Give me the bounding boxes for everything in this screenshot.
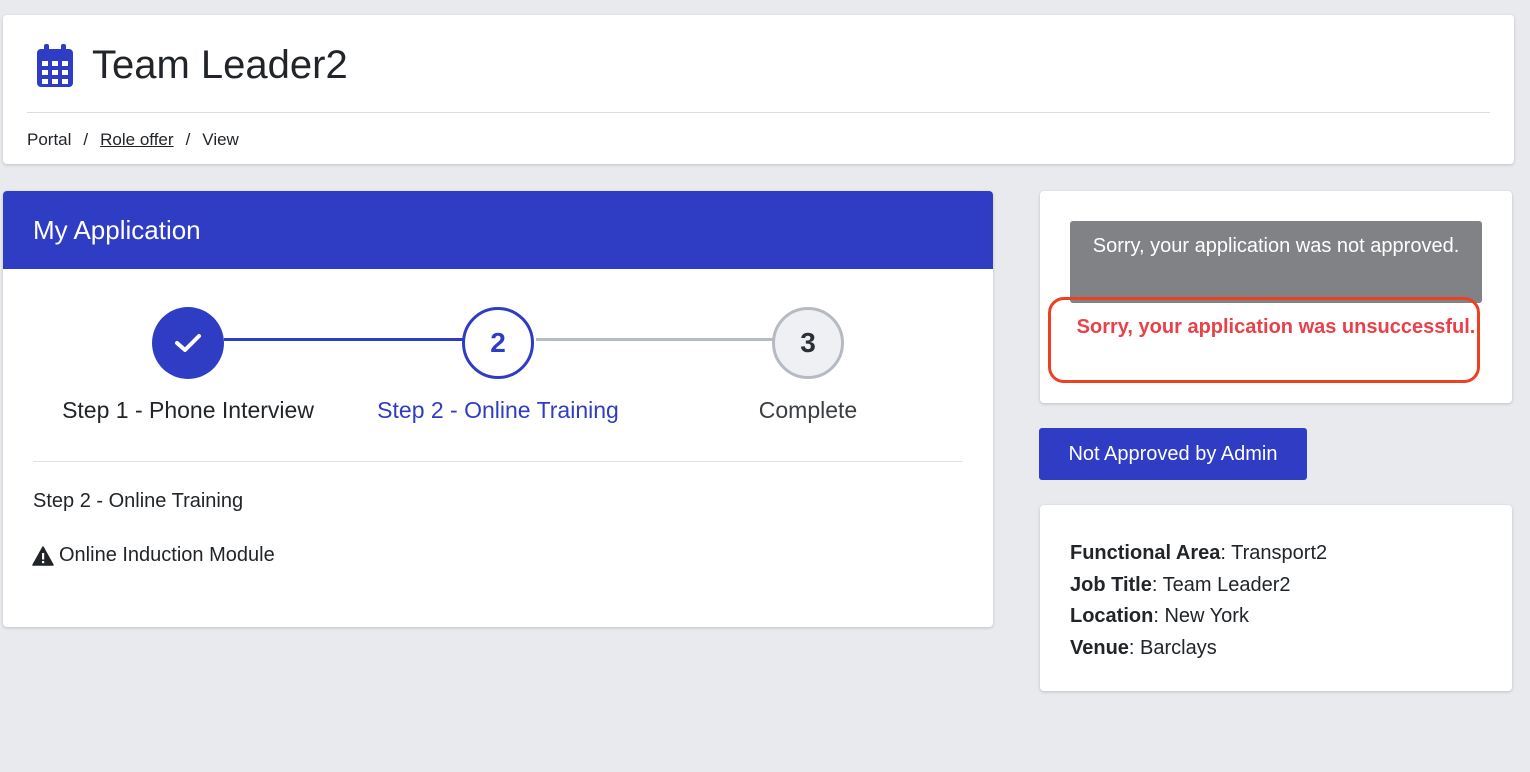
unsuccessful-message: Sorry, your application was unsuccessful… — [1076, 316, 1476, 338]
module-item: Online Induction Module — [32, 544, 275, 567]
status-card: Sorry, your application was not approved… — [1040, 191, 1512, 403]
not-approved-alert: Sorry, your application was not approved… — [1070, 221, 1482, 303]
role-details-card: Functional Area: Transport2 Job Title: T… — [1040, 505, 1512, 691]
not-approved-by-admin-button[interactable]: Not Approved by Admin — [1039, 428, 1307, 480]
application-card-header: My Application — [3, 191, 993, 269]
detail-job-title: Job Title: Team Leader2 — [1070, 573, 1291, 596]
step-1-circle — [152, 307, 224, 379]
page-header: Team Leader2 Portal / Role offer / View — [3, 15, 1514, 164]
breadcrumb-role-offer-link[interactable]: Role offer — [100, 130, 173, 150]
step-3-label: Complete — [758, 397, 858, 423]
breadcrumb: Portal / Role offer / View — [27, 130, 239, 150]
step-3-circle: 3 — [772, 307, 844, 379]
breadcrumb-separator: / — [185, 130, 191, 149]
detail-venue: Venue: Barclays — [1070, 636, 1217, 659]
current-step-title: Step 2 - Online Training — [33, 490, 244, 512]
module-label: Online Induction Module — [59, 544, 275, 566]
warning-icon — [32, 545, 54, 566]
detail-functional-area: Functional Area: Transport2 — [1070, 542, 1328, 564]
step-1-label: Step 1 - Phone Interview — [62, 397, 314, 423]
stepper-line-pending — [536, 338, 778, 341]
application-card-title: My Application — [33, 215, 201, 245]
checkmark-icon — [175, 334, 201, 352]
step-2-circle: 2 — [462, 307, 534, 379]
role-details-list: Functional Area: Transport2 Job Title: T… — [1070, 538, 1327, 664]
step-2-label: Step 2 - Online Training — [377, 397, 619, 423]
breadcrumb-separator: / — [83, 130, 89, 149]
detail-location: Location: New York — [1070, 605, 1249, 627]
header-divider — [27, 112, 1490, 113]
title-row: Team Leader2 — [36, 43, 348, 88]
calendar-icon — [37, 43, 73, 87]
breadcrumb-portal: Portal — [27, 130, 72, 149]
breadcrumb-view: View — [202, 130, 239, 149]
stepper-line-completed — [224, 338, 466, 341]
application-card: My Application 2 3 Step 1 - Phone Interv… — [3, 191, 993, 627]
application-divider — [33, 461, 963, 462]
page-title: Team Leader2 — [92, 43, 348, 87]
